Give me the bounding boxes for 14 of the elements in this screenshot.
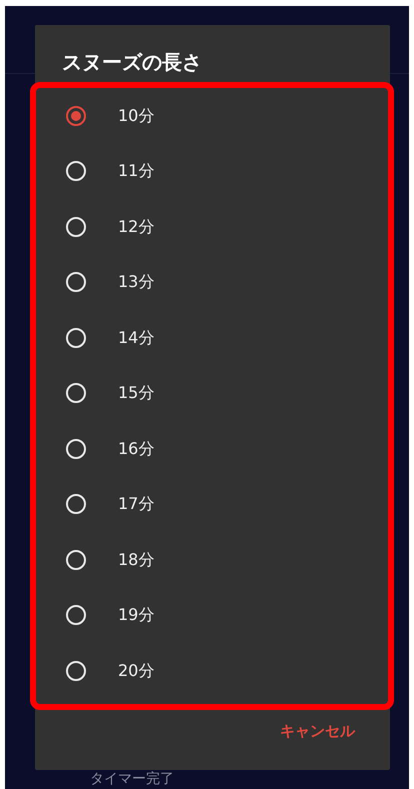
background-caption: タイマー完了 (90, 771, 174, 787)
dialog-title: スヌーズの長さ (62, 48, 202, 76)
option-label[interactable]: 14分 (118, 326, 154, 350)
option-label[interactable]: 15分 (118, 381, 154, 406)
radio-button[interactable] (66, 106, 86, 126)
option-label[interactable]: 13分 (118, 270, 154, 294)
option-label[interactable]: 12分 (118, 214, 154, 239)
option-label[interactable]: 10分 (118, 104, 154, 128)
option-label[interactable]: 17分 (118, 492, 154, 516)
option-label[interactable]: 18分 (118, 548, 154, 572)
option-label[interactable]: 16分 (118, 436, 154, 461)
option-label[interactable]: 11分 (118, 159, 154, 184)
option-label[interactable]: 20分 (118, 658, 154, 683)
option-label[interactable]: 19分 (118, 603, 154, 628)
